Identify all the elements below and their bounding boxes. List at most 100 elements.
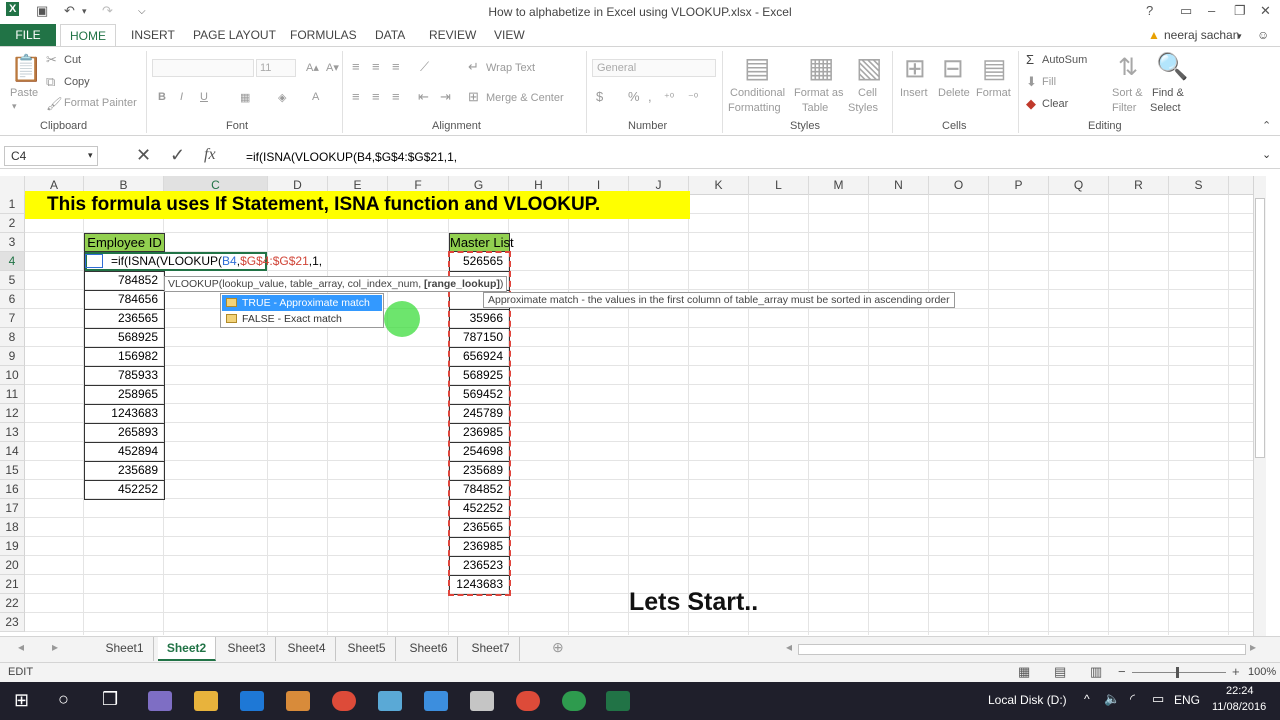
find-select-button[interactable]: Find &	[1152, 87, 1184, 99]
row-header-1[interactable]: 1	[0, 195, 25, 214]
file-explorer-icon[interactable]	[194, 691, 218, 711]
align-center-icon[interactable]: ≡	[372, 89, 380, 104]
search-icon[interactable]: ○	[58, 689, 69, 710]
tab-formulas[interactable]: FORMULAS	[290, 28, 357, 42]
zoom-out-icon[interactable]: −	[1118, 664, 1126, 679]
row-header-10[interactable]: 10	[0, 366, 25, 385]
local-disk-label[interactable]: Local Disk (D:)	[988, 693, 1067, 707]
row-header-11[interactable]: 11	[0, 385, 25, 404]
notification-icon[interactable]: ▭	[1152, 691, 1164, 707]
find-select-icon[interactable]: 🔍	[1156, 51, 1188, 82]
cell-styles-icon[interactable]: ▧	[856, 51, 882, 84]
format-painter-button[interactable]: Format Painter	[64, 97, 137, 109]
row-header-6[interactable]: 6	[0, 290, 25, 309]
row-header-12[interactable]: 12	[0, 404, 25, 423]
media-app-icon[interactable]	[286, 691, 310, 711]
fill-button[interactable]: Fill	[1042, 76, 1056, 88]
clear-button[interactable]: Clear	[1042, 98, 1068, 110]
format-as-table-icon[interactable]: ▦	[808, 51, 834, 84]
row-header-23[interactable]: 23	[0, 613, 25, 632]
sort-filter-button[interactable]: Sort &	[1112, 87, 1143, 99]
calendar-app-icon[interactable]	[148, 691, 172, 711]
chrome-icon[interactable]	[332, 691, 356, 711]
employee-id-cell[interactable]: 568925	[84, 328, 165, 348]
column-header-r[interactable]: R	[1109, 176, 1169, 195]
increase-indent-icon[interactable]: ⇥	[440, 89, 451, 105]
tab-view[interactable]: VIEW	[494, 28, 525, 42]
row-header-16[interactable]: 16	[0, 480, 25, 499]
decrease-decimal-icon[interactable]: ⁻⁰	[688, 91, 698, 104]
chrome-icon[interactable]	[516, 691, 540, 711]
row-header-21[interactable]: 21	[0, 575, 25, 594]
language-indicator[interactable]: ENG	[1174, 693, 1200, 707]
conditional-formatting-icon[interactable]: ▤	[744, 51, 770, 84]
zoom-level[interactable]: 100%	[1248, 666, 1276, 678]
wrap-text-button[interactable]: Wrap Text	[486, 62, 535, 74]
employee-id-cell[interactable]: 236565	[84, 309, 165, 329]
italic-button[interactable]: I	[180, 91, 183, 103]
autocomplete-list[interactable]: TRUE - Approximate match FALSE - Exact ma…	[220, 293, 384, 328]
row-header-17[interactable]: 17	[0, 499, 25, 518]
row-header-7[interactable]: 7	[0, 309, 25, 328]
font-size-dropdown[interactable]: 11	[256, 59, 296, 77]
employee-id-cell[interactable]: 784656	[84, 290, 165, 310]
autosum-button[interactable]: AutoSum	[1042, 54, 1087, 66]
paste-dropdown-icon[interactable]: ▾	[12, 101, 17, 112]
edge-icon[interactable]	[240, 691, 264, 711]
upwork-icon[interactable]	[562, 691, 586, 711]
close-icon[interactable]: ✕	[1260, 3, 1271, 19]
column-header-q[interactable]: Q	[1049, 176, 1109, 195]
sheet-tab-sheet1[interactable]: Sheet1	[96, 637, 154, 661]
column-header-k[interactable]: K	[689, 176, 749, 195]
accounting-format-icon[interactable]: $	[596, 89, 603, 104]
tray-expand-icon[interactable]: ^	[1084, 692, 1090, 706]
select-all-corner[interactable]	[0, 176, 25, 195]
wrap-text-icon[interactable]: ↵	[468, 59, 479, 75]
paste-icon[interactable]: 📋	[10, 53, 42, 84]
tab-insert[interactable]: INSERT	[131, 28, 175, 42]
tab-page-layout[interactable]: PAGE LAYOUT	[193, 28, 276, 42]
copy-button[interactable]: Copy	[64, 76, 90, 88]
row-header-5[interactable]: 5	[0, 271, 25, 290]
new-sheet-icon[interactable]: ⊕	[552, 639, 564, 656]
formula-input[interactable]: =if(ISNA(VLOOKUP(B4,$G$4:$G$21,1,	[246, 150, 457, 164]
insert-function-icon[interactable]: fx	[204, 146, 216, 164]
percent-style-icon[interactable]: %	[628, 89, 640, 104]
sheet-tab-sheet4[interactable]: Sheet4	[278, 637, 336, 661]
zoom-in-icon[interactable]: +	[1232, 664, 1240, 679]
format-as-table-button[interactable]: Format as	[794, 87, 844, 99]
autocomplete-option[interactable]: TRUE - Approximate match	[222, 295, 382, 311]
fill-color-icon[interactable]: ◈	[278, 91, 286, 104]
employee-id-cell[interactable]: 235689	[84, 461, 165, 481]
grow-font-icon[interactable]: A▴	[306, 61, 319, 74]
format-cells-icon[interactable]: ▤	[982, 53, 1007, 84]
format-cells-button[interactable]: Format	[976, 87, 1011, 99]
zoom-slider[interactable]	[1132, 672, 1226, 673]
ribbon-display-icon[interactable]: ▭	[1180, 3, 1192, 19]
sheet-tab-sheet6[interactable]: Sheet6	[400, 637, 458, 661]
merge-center-icon[interactable]: ⊞	[468, 89, 479, 105]
row-header-9[interactable]: 9	[0, 347, 25, 366]
autocomplete-option[interactable]: FALSE - Exact match	[222, 311, 382, 327]
employee-id-cell[interactable]: 452894	[84, 442, 165, 462]
horizontal-scrollbar[interactable]	[798, 644, 1246, 655]
page-break-view-icon[interactable]: ▥	[1090, 664, 1102, 680]
tab-file[interactable]: FILE	[0, 24, 56, 46]
sheet-tab-sheet5[interactable]: Sheet5	[338, 637, 396, 661]
column-header-m[interactable]: M	[809, 176, 869, 195]
user-avatar-icon[interactable]: ☺	[1257, 28, 1269, 42]
delete-cells-button[interactable]: Delete	[938, 87, 970, 99]
employee-id-cell[interactable]: 156982	[84, 347, 165, 367]
cancel-icon[interactable]: ✕	[136, 145, 151, 166]
decrease-indent-icon[interactable]: ⇤	[418, 89, 429, 105]
column-header-o[interactable]: O	[929, 176, 989, 195]
column-header-n[interactable]: N	[869, 176, 929, 195]
shrink-font-icon[interactable]: A▾	[326, 61, 339, 74]
sheet-next-icon[interactable]: ▸	[52, 640, 58, 654]
active-cell-editor[interactable]: =if(ISNA(VLOOKUP(B4,$G$4:$G$21,1,	[85, 252, 322, 271]
borders-icon[interactable]: ▦	[240, 91, 250, 104]
app-icon[interactable]	[424, 691, 448, 711]
name-box[interactable]: C4	[4, 146, 98, 166]
zoom-slider-thumb[interactable]	[1176, 667, 1179, 678]
employee-id-cell[interactable]: 1243683	[84, 404, 165, 424]
